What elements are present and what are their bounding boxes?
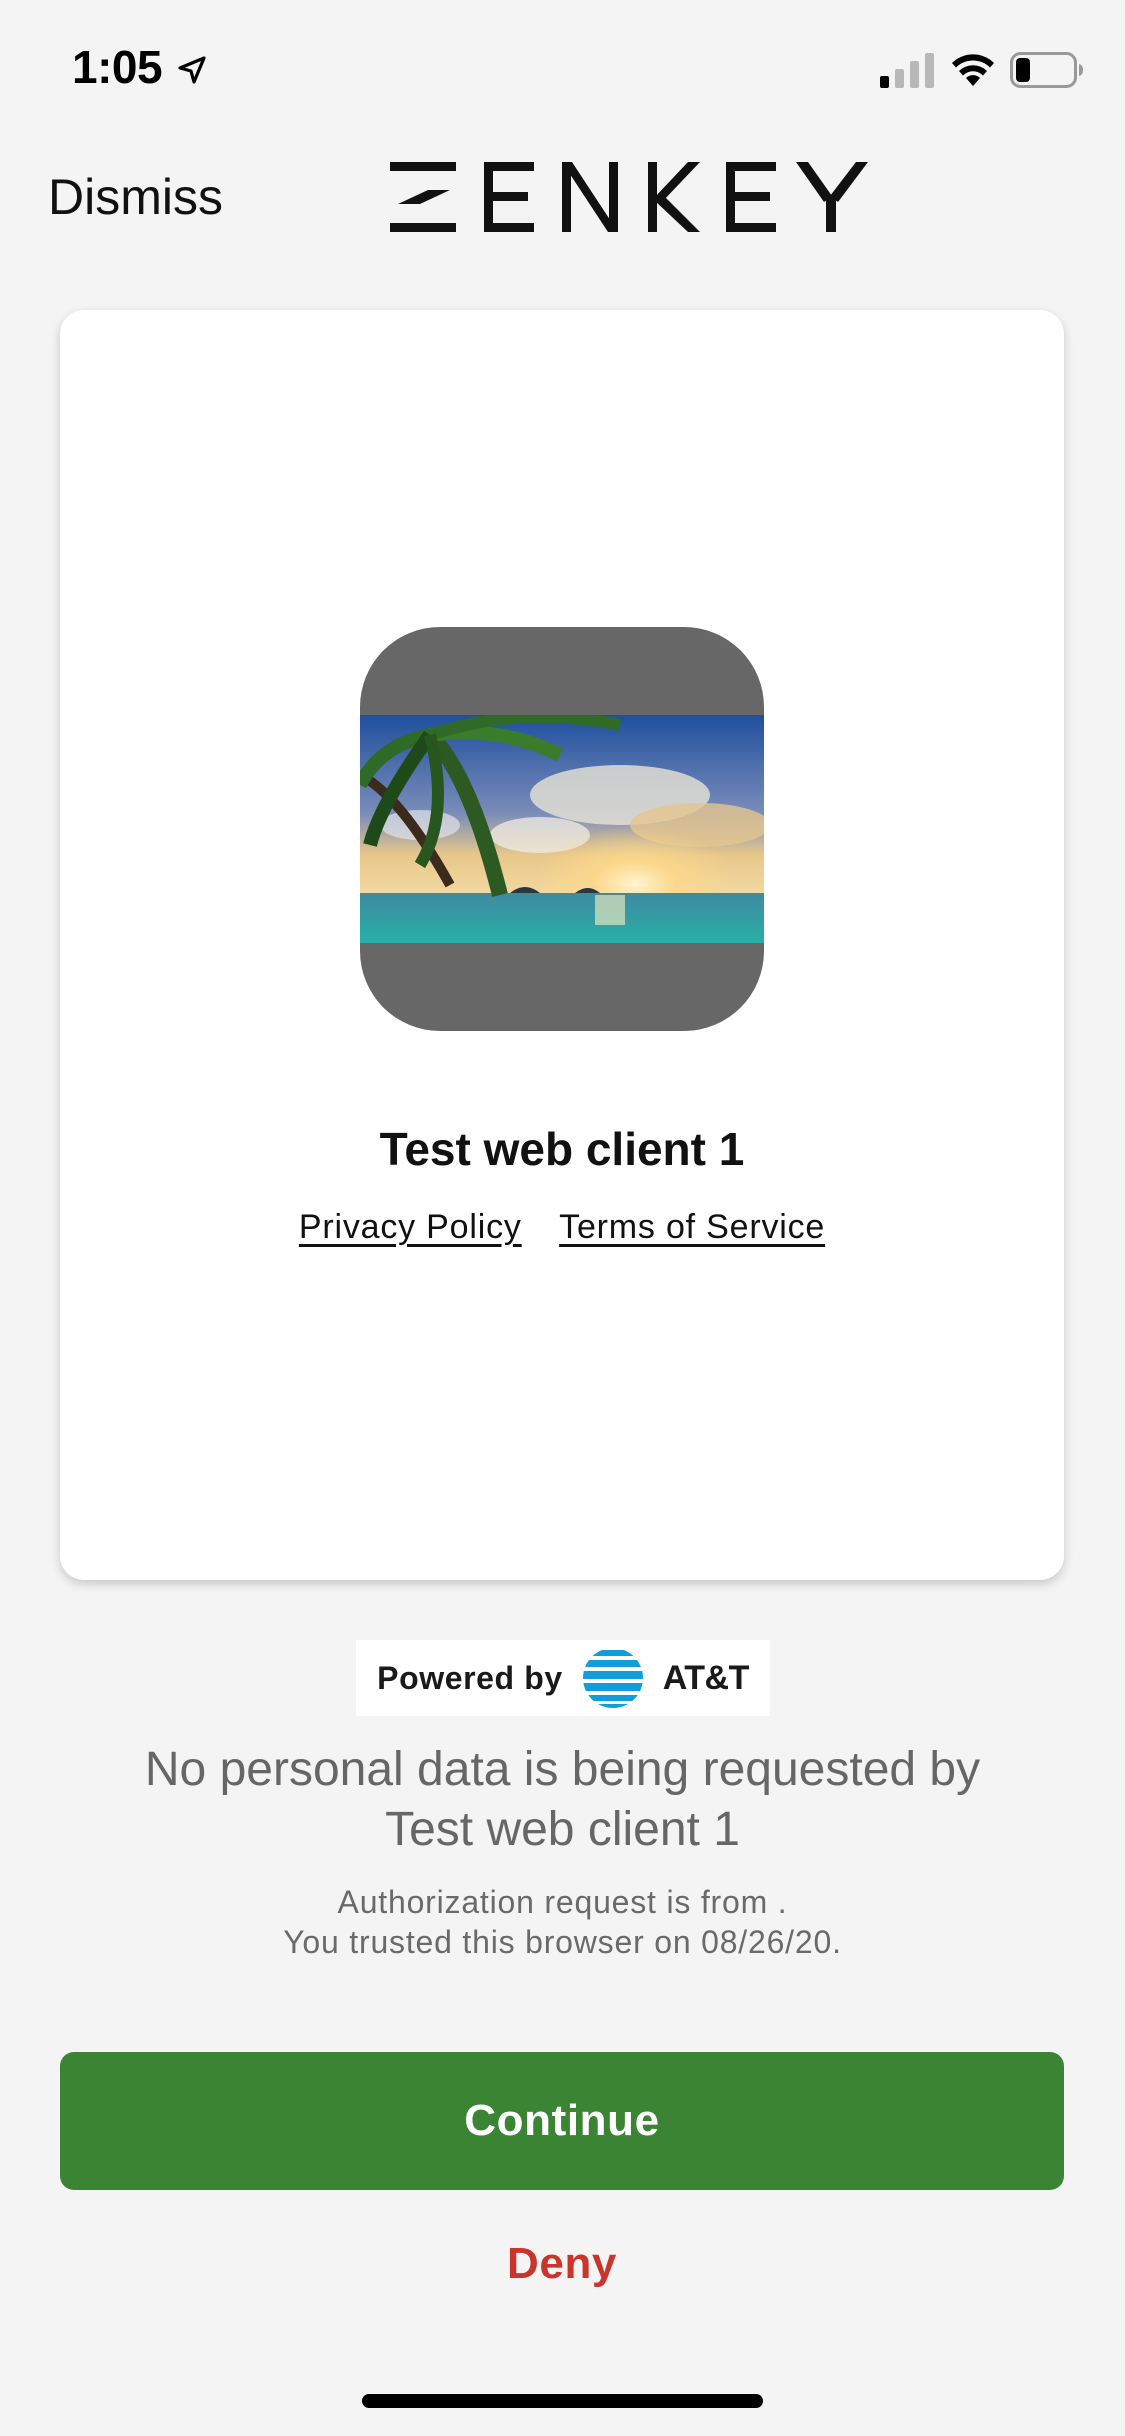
cellular-signal-icon: [880, 53, 934, 88]
client-logo-image: [360, 627, 764, 1031]
continue-button[interactable]: Continue: [60, 2052, 1064, 2190]
carrier-name: AT&T: [662, 1658, 750, 1697]
authorization-info: Authorization request is from . You trus…: [100, 1882, 1025, 1962]
policy-links: Privacy Policy Terms of Service: [60, 1208, 1064, 1247]
trusted-browser-text: You trusted this browser on 08/26/20.: [283, 1924, 842, 1960]
home-indicator[interactable]: [362, 2394, 763, 2408]
att-globe-icon: [582, 1648, 643, 1708]
wifi-icon: [952, 54, 994, 86]
privacy-policy-link[interactable]: Privacy Policy: [299, 1208, 522, 1246]
client-card: Test web client 1 Privacy Policy Terms o…: [60, 310, 1064, 1580]
message-line-1: No personal data is being requested by: [144, 1743, 981, 1796]
terms-of-service-link[interactable]: Terms of Service: [559, 1208, 825, 1246]
data-request-message: No personal data is being requested by T…: [100, 1740, 1025, 1860]
powered-by-badge: Powered by AT&T: [356, 1640, 770, 1716]
location-arrow-icon: [178, 56, 206, 84]
zenkey-logo: [390, 162, 868, 232]
powered-by-label: Powered by: [377, 1659, 563, 1696]
dismiss-button[interactable]: Dismiss: [48, 168, 223, 226]
auth-source-text: Authorization request is from .: [337, 1884, 788, 1920]
message-line-2: Test web client 1: [385, 1803, 740, 1856]
status-bar: 1:05: [0, 0, 1125, 140]
battery-icon: [1010, 52, 1083, 88]
client-name: Test web client 1: [379, 1123, 745, 1175]
deny-button[interactable]: Deny: [362, 2226, 762, 2302]
status-time: 1:05: [72, 41, 163, 93]
